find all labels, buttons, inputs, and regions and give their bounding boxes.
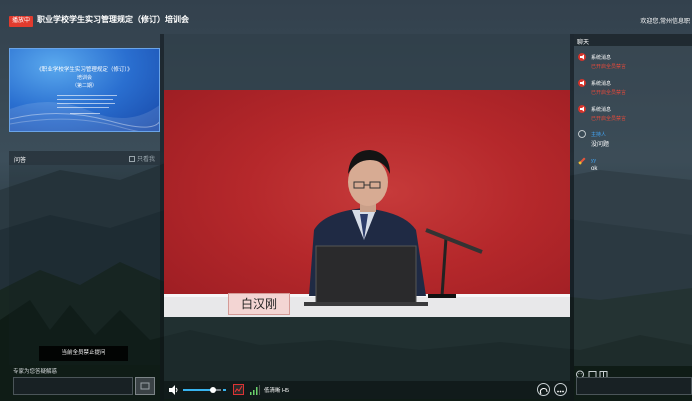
host-avatar-icon xyxy=(578,130,586,138)
send-icon xyxy=(140,382,150,390)
rotate-icon xyxy=(539,387,548,395)
chat-text: 已开启全员禁言 xyxy=(591,116,627,122)
qa-send-button[interactable] xyxy=(135,377,155,395)
slide-wave-decoration xyxy=(10,102,159,131)
chat-sender: yy xyxy=(591,158,596,164)
slide-text-line xyxy=(57,107,109,108)
chat-input[interactable] xyxy=(576,377,692,395)
signal-strength-icon xyxy=(250,385,260,395)
top-bar: 播放中 职业学校学生实习管理规定（修订）培训会 欢迎您,常州信息职 xyxy=(0,0,692,34)
chat-header: 聊天 xyxy=(574,34,692,46)
system-speaker-icon xyxy=(578,105,586,113)
qa-title: 问答 xyxy=(14,158,27,164)
volume-max-marker xyxy=(223,389,226,391)
video-player[interactable]: 白汉刚 xyxy=(164,90,570,317)
system-speaker-icon xyxy=(578,53,586,61)
volume-slider-handle[interactable] xyxy=(210,387,217,393)
slide-subtitle: 培训会 xyxy=(76,75,92,81)
qa-list xyxy=(9,165,160,365)
slide-session: （第二期） xyxy=(71,83,97,89)
qa-disabled-notice: 当前全员禁止提问 xyxy=(39,346,128,361)
chat-sender: 系统消息 xyxy=(591,107,612,113)
video-frame xyxy=(164,150,570,317)
slide-text-line xyxy=(70,113,100,114)
system-speaker-icon xyxy=(578,79,586,87)
live-status-badge: 播放中 xyxy=(9,16,34,27)
slide-text-line xyxy=(57,99,113,100)
qa-hint: 专家为您答疑解惑 xyxy=(13,369,58,375)
speaker-name-card: 白汉刚 xyxy=(228,293,290,315)
more-options-button[interactable] xyxy=(554,383,567,396)
chat-text: 已开启全员禁言 xyxy=(591,64,627,70)
welcome-user-text[interactable]: 欢迎您,常州信息职 xyxy=(640,16,690,25)
only-mine-label: 只看我 xyxy=(136,157,155,163)
checkbox-icon xyxy=(128,155,135,162)
only-mine-checkbox[interactable]: 只看我 xyxy=(128,154,155,163)
chat-sender: 系统消息 xyxy=(591,55,612,61)
qa-input[interactable] xyxy=(13,377,133,395)
qa-header: 问答 只看我 xyxy=(9,151,160,165)
quality-selector[interactable]: 低清晰 H5 xyxy=(264,386,289,394)
more-dots-icon xyxy=(557,390,564,393)
slide-title: 《职业学校学生实习管理规定（修订）》 xyxy=(36,67,133,73)
rotate-button[interactable] xyxy=(537,383,550,396)
user-avatar-icon xyxy=(578,157,586,165)
slide-thumbnail[interactable]: 《职业学校学生实习管理规定（修订）》 培训会 （第二期） xyxy=(9,48,160,132)
slide-text-line xyxy=(57,103,115,104)
chat-text: ok xyxy=(591,166,598,172)
chat-text: 没问题 xyxy=(591,142,610,148)
player-controls: 低清晰 H5 xyxy=(164,381,570,399)
page-title: 职业学校学生实习管理规定（修订）培训会 xyxy=(37,14,189,24)
chat-sender: 系统消息 xyxy=(591,81,612,87)
volume-slider-fill xyxy=(183,389,214,391)
chat-title: 聊天 xyxy=(577,40,590,46)
chat-text: 已开启全员禁言 xyxy=(591,90,627,96)
chat-sender: 主持人 xyxy=(591,132,607,138)
volume-icon[interactable] xyxy=(168,385,179,395)
stats-graph-icon[interactable] xyxy=(233,384,244,395)
volume-slider[interactable] xyxy=(183,387,221,393)
slide-text-line xyxy=(57,95,117,96)
